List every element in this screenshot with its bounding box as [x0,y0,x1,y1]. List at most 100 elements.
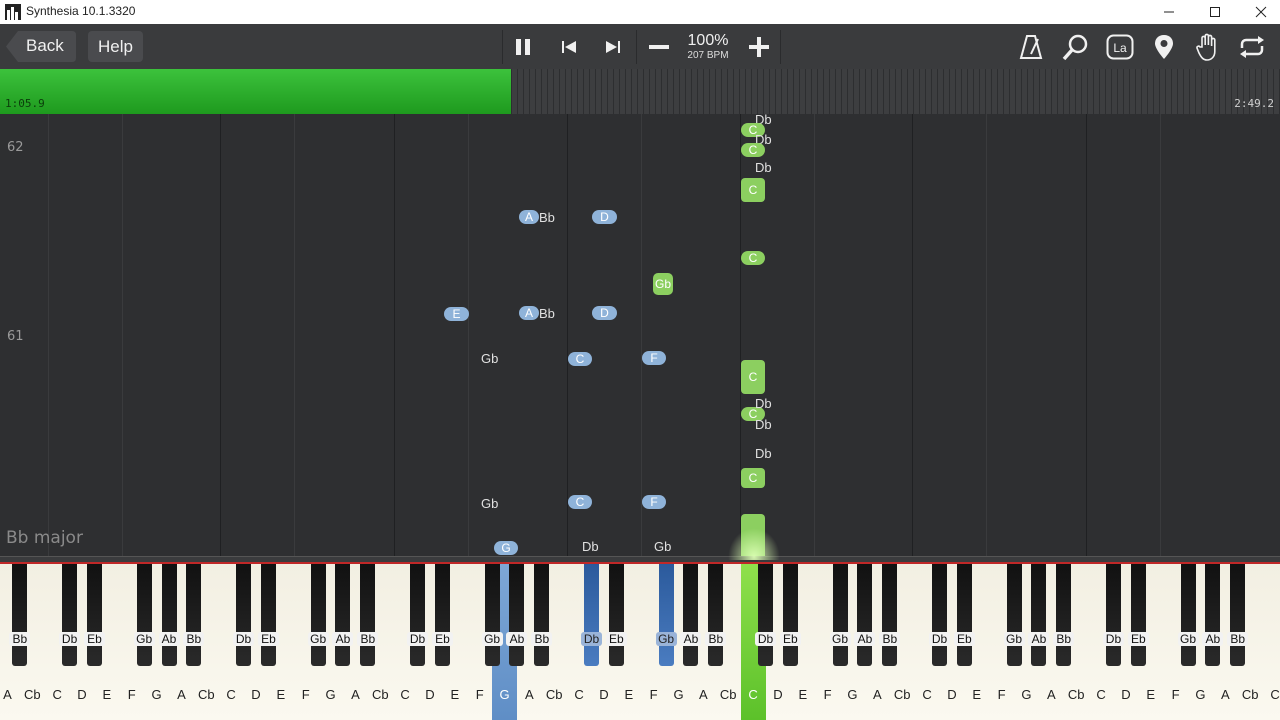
black-key[interactable]: Db [407,564,429,666]
white-key-label: E [1146,687,1156,702]
white-key-label: A [351,687,360,702]
keyboard-top-border [0,562,1280,564]
white-key-label: G [673,687,684,702]
black-key[interactable]: Bb [705,564,727,666]
black-key-label: Eb [431,632,453,646]
black-key[interactable]: Gb [829,564,851,666]
loop-button[interactable] [1237,32,1267,62]
black-key-label: Gb [655,632,677,646]
note-label: D [600,210,609,224]
black-key[interactable]: Gb [133,564,155,666]
black-key[interactable]: Ab [1202,564,1224,666]
black-key[interactable]: Db [233,564,255,666]
black-key-label: Bb [705,632,727,646]
key-signature: Bb major [6,528,83,548]
black-key[interactable]: Eb [953,564,975,666]
black-key[interactable]: Db [755,564,776,666]
black-key[interactable]: Eb [83,564,105,666]
black-key[interactable]: Ab [1028,564,1050,666]
black-key[interactable]: Ab [506,564,528,666]
black-key[interactable]: Bb [357,564,379,666]
black-key-label: Db [59,632,81,646]
next-button[interactable] [598,32,628,62]
white-key-label: E [102,687,112,702]
toolbar-separator [780,30,781,64]
white-key-label: A [699,687,708,702]
piano-keyboard[interactable]: A Cb C D E F G A Cb C D E F G A Cb C D E F G A Cb C D E F G A Cb C D E F G… [0,562,1280,720]
white-key-label: G [847,687,858,702]
close-button[interactable] [1238,0,1280,24]
white-key-label: A [1046,687,1056,702]
black-key[interactable]: Gb [481,564,503,666]
white-key-label: G [1195,687,1206,702]
black-key-label: Gb [481,632,503,646]
maximize-button[interactable] [1192,0,1238,24]
black-key[interactable]: Ab [158,564,180,666]
white-key-label: Cb [23,687,41,702]
minimize-button[interactable] [1146,0,1192,24]
black-key[interactable]: Gb [655,564,677,666]
black-key[interactable]: Eb [257,564,279,666]
black-key[interactable]: Bb [1227,564,1249,666]
total-time: 2:49.2 [1234,97,1274,110]
black-key[interactable]: Eb [1127,564,1149,666]
note-label: Gb [654,277,671,291]
zoom-button[interactable] [1061,32,1091,62]
white-key-label: C [400,687,410,702]
bookmark-button[interactable] [1149,32,1179,62]
black-key[interactable]: Bb [531,564,553,666]
black-key-label: Bb [1053,632,1075,646]
note-label: Bb [539,210,555,225]
black-key[interactable]: Bb [183,564,205,666]
black-key-label: Bb [9,632,31,646]
pause-button[interactable] [508,32,538,62]
note-bar: E [444,307,469,321]
black-key[interactable]: Eb [605,564,627,666]
black-key[interactable]: Ab [332,564,354,666]
note-bar: C [741,468,765,488]
black-key-label: Gb [829,632,851,646]
note-label: C [748,251,758,265]
white-key-label: F [475,687,484,702]
white-key[interactable]: C [1262,564,1280,720]
black-key[interactable]: Db [59,564,81,666]
minimize-icon [1164,11,1174,13]
black-key[interactable]: Bb [1053,564,1075,666]
white-key-label: F [301,687,310,702]
note-bar: Gb [653,273,673,295]
black-key[interactable]: Bb [9,564,31,666]
key-gridline [986,114,987,558]
magnifier-icon [1062,34,1088,61]
black-key-label: Db [755,632,776,646]
back-button[interactable]: Back [6,31,76,62]
black-key[interactable]: Eb [431,564,453,666]
black-key[interactable]: Db [581,564,603,666]
speed-increase-button[interactable] [744,32,774,62]
hand-select-button[interactable] [1193,32,1223,62]
note-label: C [748,471,758,485]
metronome-button[interactable] [1016,32,1046,62]
black-key[interactable]: Ab [680,564,702,666]
black-key[interactable]: Gb [307,564,329,666]
measure-number: 61 [7,329,24,344]
window-title: Synthesia 10.1.3320 [26,4,136,18]
key-gridline [122,114,123,558]
black-key[interactable]: Gb [1177,564,1199,666]
note-label: Db [755,417,772,432]
note-label: Gb [654,539,672,554]
black-key[interactable]: Gb [1003,564,1025,666]
note-labels-button[interactable]: La [1105,32,1135,62]
black-key[interactable]: Db [928,564,950,666]
black-key[interactable]: Ab [854,564,876,666]
song-progress-bar[interactable]: 1:05.9 2:49.2 [0,69,1280,114]
previous-button[interactable] [554,32,584,62]
help-button[interactable]: Help [88,31,143,62]
octave-gridline [567,114,568,558]
note-bar: D [592,306,617,320]
black-key[interactable]: Db [1102,564,1124,666]
speed-decrease-button[interactable] [644,32,674,62]
black-key[interactable]: Eb [779,564,801,666]
hand-icon [1196,33,1216,61]
octave-gridline [394,114,395,558]
black-key[interactable]: Bb [879,564,901,666]
